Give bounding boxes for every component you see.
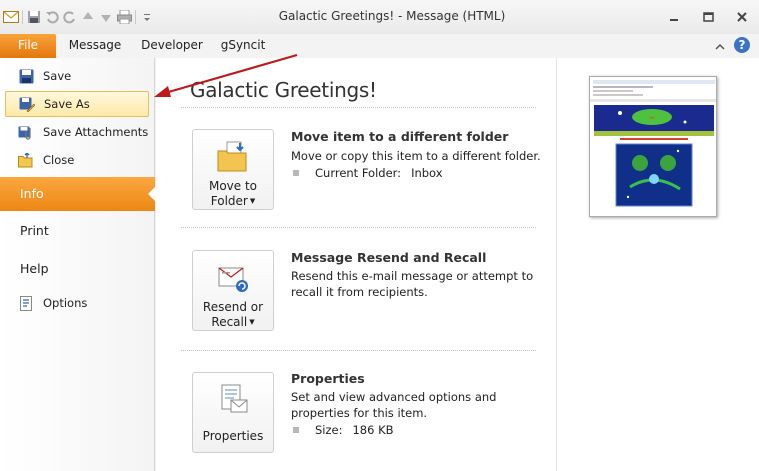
tab-file[interactable]: File [0,34,56,58]
resend-button-line2: Recall [211,315,248,329]
collapse-ribbon-icon[interactable] [715,40,725,54]
properties-button[interactable]: Properties [192,372,274,453]
title-bar: Galactic Greetings! - Message (HTML) [0,0,759,34]
ribbon-tabs: File Message Developer gSyncit ? [0,34,759,58]
save-command[interactable]: Save [5,63,149,89]
nav-print[interactable]: Print [20,223,49,238]
bullet-icon [293,427,299,433]
move-folder-icon [216,140,250,174]
dropdown-caret-icon: ▼ [249,197,256,205]
resend-heading: Message Resend and Recall [291,250,487,265]
bullet-icon [293,170,299,176]
divider [181,227,536,228]
properties-icon [216,383,250,417]
options-command[interactable]: Options [5,290,149,316]
backstage-nav: Save Save As Save Attachments Close Info… [0,58,156,471]
nav-help[interactable]: Help [20,261,49,276]
current-folder-label: Current Folder: [315,166,402,180]
svg-text:~: ~ [649,114,655,122]
move-heading: Move item to a different folder [291,129,509,144]
move-button-line1: Move to [208,179,258,193]
close-button[interactable] [725,6,759,28]
move-description: Move or copy this item to a different fo… [291,149,541,163]
save-label: Save [43,69,72,83]
move-button-line2: Folder [210,194,248,208]
save-attachments-command[interactable]: Save Attachments [5,119,149,145]
properties-description: Set and view advanced options and proper… [291,390,497,420]
message-preview-thumbnail[interactable]: ~ [589,76,717,217]
move-to-folder-button[interactable]: Move to Folder ▼ [192,129,274,210]
resend-recall-button[interactable]: Resend or Recall ▼ [192,250,274,331]
annotation-arrow-icon [154,53,298,97]
window-title: Galactic Greetings! - Message (HTML) [278,9,506,23]
save-as-label: Save As [44,97,90,111]
maximize-button[interactable] [691,6,725,28]
resend-button-line1: Resend or [202,300,264,314]
nav-info[interactable]: Info [0,177,156,211]
options-icon [18,295,34,311]
close-command[interactable]: Close [5,147,149,173]
properties-button-label: Properties [202,429,264,443]
close-label: Close [43,153,75,167]
divider [181,107,536,108]
preview-panel: ~ [556,58,759,471]
help-icon[interactable]: ? [733,36,751,57]
info-panel: Galactic Greetings! Move to Folder ▼ Move… [156,58,556,471]
save-icon [18,68,34,84]
save-attachments-label: Save Attachments [43,125,149,139]
attachments-icon [18,124,34,140]
tab-message[interactable]: Message [62,34,128,58]
size-prop: Size: 186 KB [293,423,394,437]
size-value: 186 KB [352,423,394,437]
save-as-icon [19,96,35,112]
divider [181,350,536,351]
dropdown-caret-icon: ▼ [249,318,255,326]
properties-heading: Properties [291,371,365,386]
current-folder-value: Inbox [411,166,443,180]
save-as-command[interactable]: Save As [5,91,149,117]
options-label: Options [43,296,88,310]
close-folder-icon [18,152,34,168]
resend-description: Resend this e-mail message or attempt to… [291,269,534,299]
svg-text:?: ? [739,38,746,52]
resend-message-icon [216,261,250,295]
current-folder-prop: Current Folder: Inbox [293,166,443,180]
minimize-button[interactable] [657,6,691,28]
size-label: Size: [315,423,343,437]
window-controls [657,6,759,28]
